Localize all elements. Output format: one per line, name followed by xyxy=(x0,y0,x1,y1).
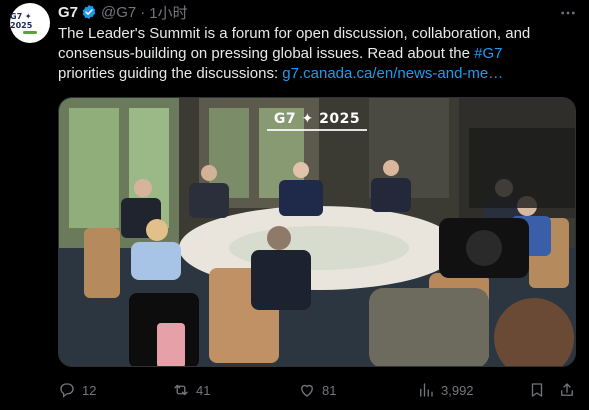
url-link[interactable]: g7.canada.ca/en/news-and-me… xyxy=(282,65,503,82)
reply-button[interactable]: 12 xyxy=(58,378,96,402)
avatar[interactable]: G7 ✦ 2025 xyxy=(10,3,50,43)
repost-icon xyxy=(174,384,188,396)
photo-banner-underline xyxy=(267,129,367,131)
display-name[interactable]: G7 xyxy=(58,4,78,21)
tweet-text-part: The Leader's Summit is a forum for open … xyxy=(58,25,531,42)
summit-photo-illustration xyxy=(59,98,575,366)
reply-icon xyxy=(60,383,74,398)
share-icon xyxy=(561,383,573,396)
avatar-logo-leaf xyxy=(23,31,37,34)
views-count: 3,992 xyxy=(441,382,474,398)
tweet-line: consensus-building on pressing global is… xyxy=(58,44,548,64)
repost-count: 41 xyxy=(196,382,211,398)
tweet-line: The Leader's Summit is a forum for open … xyxy=(58,24,548,44)
bookmark-icon xyxy=(531,383,543,397)
verified-icon xyxy=(82,5,96,19)
like-count: 81 xyxy=(322,382,337,398)
like-button[interactable]: 81 xyxy=(298,378,336,402)
reply-count: 12 xyxy=(82,382,97,398)
repost-button[interactable]: 41 xyxy=(172,378,210,402)
tweet-photo[interactable]: G7 ✦ 2025 xyxy=(58,97,576,367)
photo-banner-text: G7 ✦ 2025 xyxy=(273,111,361,127)
more-icon[interactable] xyxy=(559,4,577,22)
tweet-text: The Leader's Summit is a forum for open … xyxy=(58,24,548,84)
tweet-line: priorities guiding the discussions: g7.c… xyxy=(58,64,548,84)
views-button[interactable]: 3,992 xyxy=(417,378,474,402)
tweet-body: G7 @G7 · 1小时 The Leader's Summit is a fo… xyxy=(58,0,579,84)
photo-banner: G7 ✦ 2025 xyxy=(262,111,372,131)
bookmark-button[interactable] xyxy=(528,378,546,402)
views-icon xyxy=(420,383,433,397)
avatar-logo-text: G7 ✦ 2025 xyxy=(10,12,33,30)
tweet-text-part: priorities guiding the discussions: xyxy=(58,65,283,82)
share-button[interactable] xyxy=(558,378,576,402)
tweet-header: G7 @G7 · 1小时 xyxy=(58,0,579,24)
handle[interactable]: @G7 xyxy=(101,4,136,21)
like-icon xyxy=(301,384,313,397)
tweet-actions: 12 41 81 3,992 xyxy=(58,378,576,402)
timestamp[interactable]: 1小时 xyxy=(149,2,187,23)
tweet-text-part: consensus-building on pressing global is… xyxy=(58,45,475,62)
hashtag-link[interactable]: #G7 xyxy=(474,45,502,62)
separator-dot: · xyxy=(140,3,146,21)
